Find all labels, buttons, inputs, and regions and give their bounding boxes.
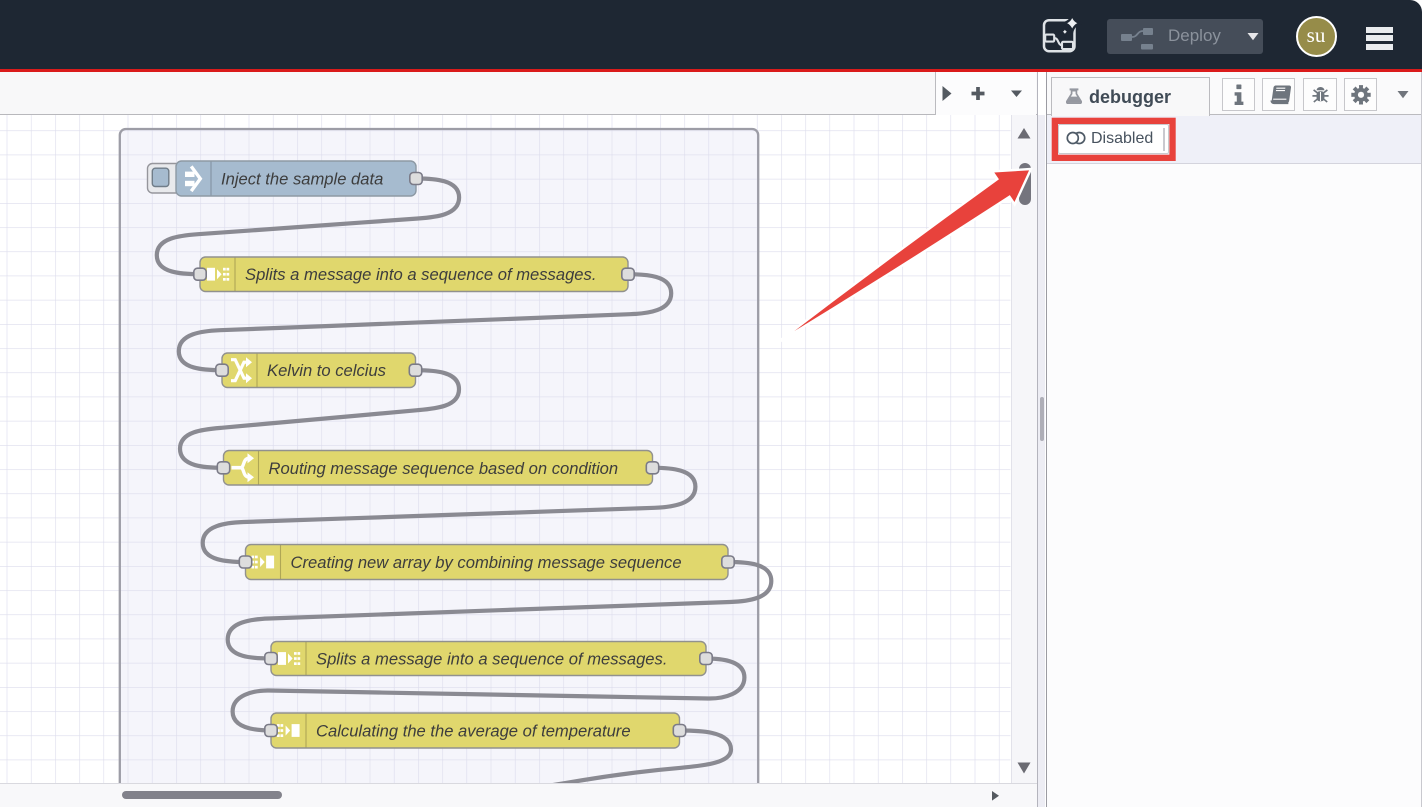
svg-text:Inject the sample data: Inject the sample data [221,169,383,188]
svg-text:Calculating the the average of: Calculating the the average of temperatu… [316,721,631,740]
svg-text:Kelvin to celcius: Kelvin to celcius [267,361,386,380]
svg-text:Splits a message into a sequen: Splits a message into a sequence of mess… [245,265,596,284]
svg-text:Splits a message into a sequen: Splits a message into a sequence of mess… [316,649,667,668]
svg-text:Routing message sequence based: Routing message sequence based on condit… [269,459,619,478]
svg-text:Creating new array by combinin: Creating new array by combining message … [291,553,682,572]
